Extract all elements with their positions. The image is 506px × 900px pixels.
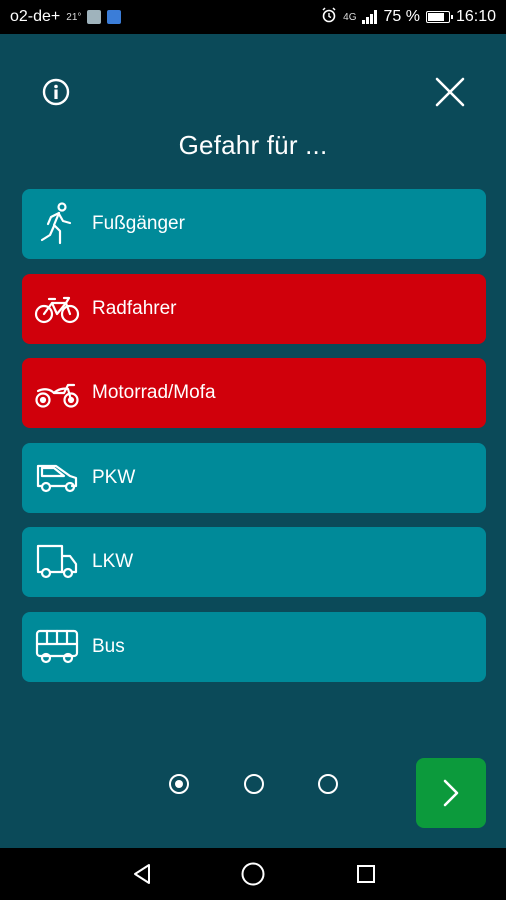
page-dot-3[interactable]: [318, 774, 338, 794]
notification-icon: [87, 10, 102, 24]
road-user-list: Fußgänger Radfahrer Motorrad/Mofa PKW LK…: [22, 189, 486, 696]
page-dot-2[interactable]: [244, 774, 264, 794]
system-nav-bar: [0, 848, 506, 900]
nav-back-button[interactable]: [130, 862, 154, 886]
option-car[interactable]: PKW: [22, 442, 486, 513]
motorcycle-icon: [34, 370, 80, 416]
nav-recents-button[interactable]: [354, 862, 378, 886]
app-screen: Gefahr für ... Fußgänger Radfahrer Motor…: [0, 34, 506, 848]
home-circle-icon: [241, 862, 265, 886]
info-button[interactable]: [42, 78, 70, 106]
pedestrian-icon: [34, 201, 80, 247]
info-icon: [42, 78, 70, 106]
carrier-label: o2-de+: [10, 8, 61, 25]
bus-icon: [34, 624, 80, 670]
back-triangle-icon: [134, 864, 150, 884]
close-icon: [435, 77, 465, 107]
nav-home-button[interactable]: [240, 861, 266, 887]
option-label: Motorrad/Mofa: [92, 382, 216, 403]
temperature-label: 21°: [66, 11, 82, 23]
option-label: PKW: [92, 466, 136, 488]
option-label: Radfahrer: [92, 297, 177, 319]
car-icon: [34, 455, 80, 501]
status-bar: o2-de+ 21° 4G 75 % 16:10: [0, 0, 506, 34]
option-motorcycle[interactable]: Motorrad/Mofa: [22, 358, 486, 428]
battery-percent: 75 %: [383, 8, 420, 25]
signal-icon: [362, 10, 378, 24]
option-cyclist[interactable]: Radfahrer: [22, 273, 486, 344]
next-button[interactable]: [416, 758, 486, 828]
option-truck[interactable]: LKW: [22, 527, 486, 597]
page-title: Gefahr für ...: [178, 130, 328, 160]
option-bus[interactable]: Bus: [22, 611, 486, 682]
option-pedestrian[interactable]: Fußgänger: [22, 189, 486, 259]
option-label: Bus: [92, 635, 125, 657]
message-icon: [107, 10, 122, 24]
battery-icon: [425, 11, 453, 23]
bicycle-icon: [34, 286, 80, 332]
alarm-icon: [321, 6, 337, 28]
page-dot-1[interactable]: [169, 774, 189, 794]
network-type-label: 4G: [343, 11, 357, 23]
option-label: Fußgänger: [92, 213, 185, 234]
option-label: LKW: [92, 551, 134, 572]
clock: 16:10: [455, 8, 496, 25]
chevron-right-icon: [443, 779, 459, 807]
close-button[interactable]: [434, 76, 466, 108]
recents-square-icon: [357, 865, 375, 883]
truck-icon: [34, 539, 80, 585]
